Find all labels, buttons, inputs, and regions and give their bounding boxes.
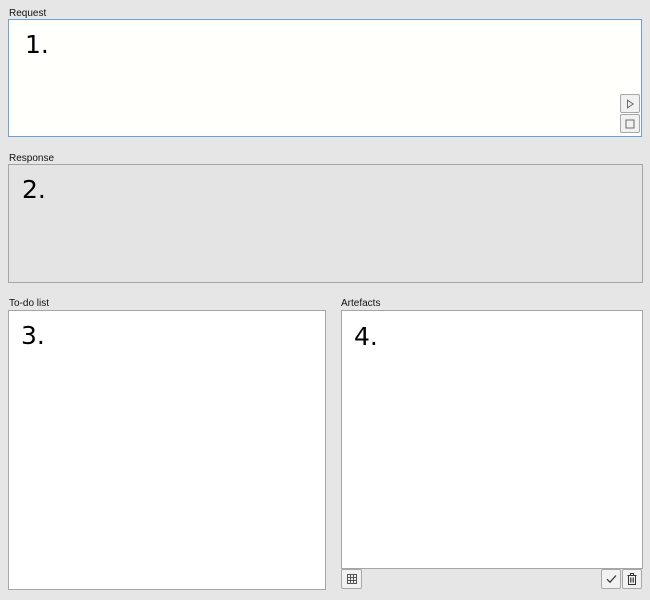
request-number: 1.: [25, 30, 49, 59]
stop-square-icon: [625, 119, 635, 128]
stop-button[interactable]: [620, 114, 640, 133]
grid-button[interactable]: [341, 569, 362, 589]
todo-label: To-do list: [9, 298, 50, 309]
play-triangle-icon: [627, 98, 635, 109]
delete-button[interactable]: [622, 569, 642, 589]
request-input[interactable]: 1.: [8, 19, 642, 137]
grid-icon: [346, 574, 357, 584]
todo-list[interactable]: 3.: [8, 310, 326, 590]
artefacts-number: 4.: [354, 322, 378, 351]
response-output: 2.: [8, 164, 643, 283]
trash-icon: [627, 573, 637, 585]
accept-button[interactable]: [601, 569, 621, 589]
send-button[interactable]: [620, 94, 640, 113]
checkmark-icon: [606, 575, 616, 584]
response-number: 2.: [22, 175, 46, 204]
artefacts-label: Artefacts: [341, 298, 381, 309]
todo-number: 3.: [21, 321, 45, 350]
artefacts-list[interactable]: 4.: [341, 310, 643, 569]
